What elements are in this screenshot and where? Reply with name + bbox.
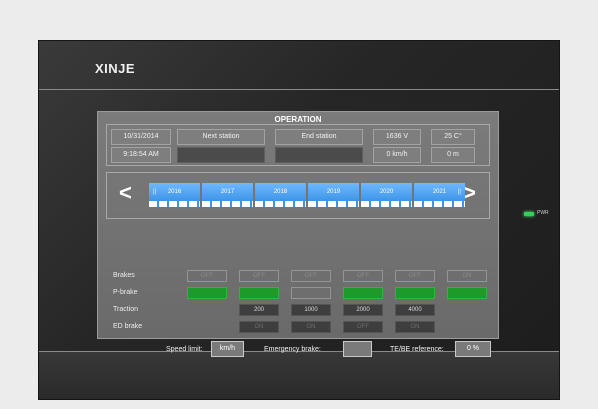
train-panel: < > 2016 || 2017 2018 2019 2020 2021 || xyxy=(106,172,490,219)
edbrake-car-5[interactable]: ON xyxy=(395,321,435,333)
pbrake-car-2[interactable] xyxy=(239,287,279,299)
pbrake-car-4[interactable] xyxy=(343,287,383,299)
hmi-device-bezel: XINJE PWR OPERATION 10/31/2014 9:18:54 A… xyxy=(38,40,560,400)
train-car-label: 2016 xyxy=(149,183,200,201)
train-car[interactable]: 2017 xyxy=(202,183,253,210)
bezel-bottom-panel xyxy=(39,352,559,399)
brakes-car-2[interactable]: OFF xyxy=(239,270,279,282)
edbrake-car-3[interactable]: ON xyxy=(291,321,331,333)
train-car[interactable]: 2021 || xyxy=(414,183,465,210)
traction-label: Traction xyxy=(113,306,139,313)
brakes-car-5[interactable]: OFF xyxy=(395,270,435,282)
train-car-wheels xyxy=(202,201,253,207)
edbrake-label: ED brake xyxy=(113,323,143,330)
train-front-marker: || xyxy=(153,189,157,195)
next-station-label: Next station xyxy=(177,129,265,145)
prev-arrow-button[interactable]: < xyxy=(119,181,132,205)
train-car[interactable]: 2016 || xyxy=(149,183,200,210)
pbrake-label: P-brake xyxy=(113,289,138,296)
te-be-reference-field[interactable]: 0 % xyxy=(455,341,491,357)
brakes-car-1[interactable]: OFF xyxy=(187,270,227,282)
emergency-brake-label: Emergency brake: xyxy=(264,346,321,353)
train-car[interactable]: 2020 xyxy=(361,183,412,210)
distance-display: 0 m xyxy=(431,147,475,163)
speed-limit-field[interactable]: km/h xyxy=(211,341,244,357)
speed-limit-label: Speed limit: xyxy=(166,346,203,353)
train-car-label: 2017 xyxy=(202,183,253,201)
traction-car-4[interactable]: 2000 xyxy=(343,304,383,316)
brakes-car-6[interactable]: ON xyxy=(447,270,487,282)
train-rear-marker: || xyxy=(457,189,461,195)
end-station-value xyxy=(275,147,363,163)
hmi-screen: OPERATION 10/31/2014 9:18:54 AM Next sta… xyxy=(97,111,499,357)
pbrake-car-5[interactable] xyxy=(395,287,435,299)
power-led-icon xyxy=(524,212,534,216)
train-cars: 2016 || 2017 2018 2019 2020 2021 || xyxy=(149,183,465,213)
end-station-label: End station xyxy=(275,129,363,145)
brakes-car-3[interactable]: OFF xyxy=(291,270,331,282)
train-car-label: 2020 xyxy=(361,183,412,201)
train-car-wheels xyxy=(308,201,359,207)
traction-car-2[interactable]: 200 xyxy=(239,304,279,316)
pbrake-car-1[interactable] xyxy=(187,287,227,299)
train-car-wheels xyxy=(414,201,465,207)
train-car-wheels xyxy=(149,201,200,207)
temperature-display: 25 C° xyxy=(431,129,475,145)
te-be-reference-label: TE/BE reference: xyxy=(390,346,444,353)
edbrake-car-4[interactable]: OFF xyxy=(343,321,383,333)
date-display: 10/31/2014 xyxy=(111,129,171,145)
pbrake-car-3[interactable] xyxy=(291,287,331,299)
power-led-label: PWR xyxy=(537,210,549,216)
traction-car-3[interactable]: 1000 xyxy=(291,304,331,316)
voltage-display: 1636 V xyxy=(373,129,421,145)
time-display: 9:18:54 AM xyxy=(111,147,171,163)
bezel-top-divider xyxy=(39,89,559,90)
pbrake-car-6[interactable] xyxy=(447,287,487,299)
train-car-label: 2018 xyxy=(255,183,306,201)
brand-logo: XINJE xyxy=(95,61,136,76)
brakes-label: Brakes xyxy=(113,272,135,279)
edbrake-car-2[interactable]: ON xyxy=(239,321,279,333)
train-car-wheels xyxy=(255,201,306,207)
train-car[interactable]: 2019 xyxy=(308,183,359,210)
traction-car-5[interactable]: 4000 xyxy=(395,304,435,316)
screen-title: OPERATION xyxy=(274,115,322,124)
speed-display: 0 km/h xyxy=(373,147,421,163)
info-panel: 10/31/2014 9:18:54 AM Next station End s… xyxy=(106,124,490,166)
train-car-label: 2019 xyxy=(308,183,359,201)
train-car-wheels xyxy=(361,201,412,207)
next-station-value xyxy=(177,147,265,163)
brakes-car-4[interactable]: OFF xyxy=(343,270,383,282)
train-car[interactable]: 2018 xyxy=(255,183,306,210)
emergency-brake-field[interactable] xyxy=(343,341,372,357)
